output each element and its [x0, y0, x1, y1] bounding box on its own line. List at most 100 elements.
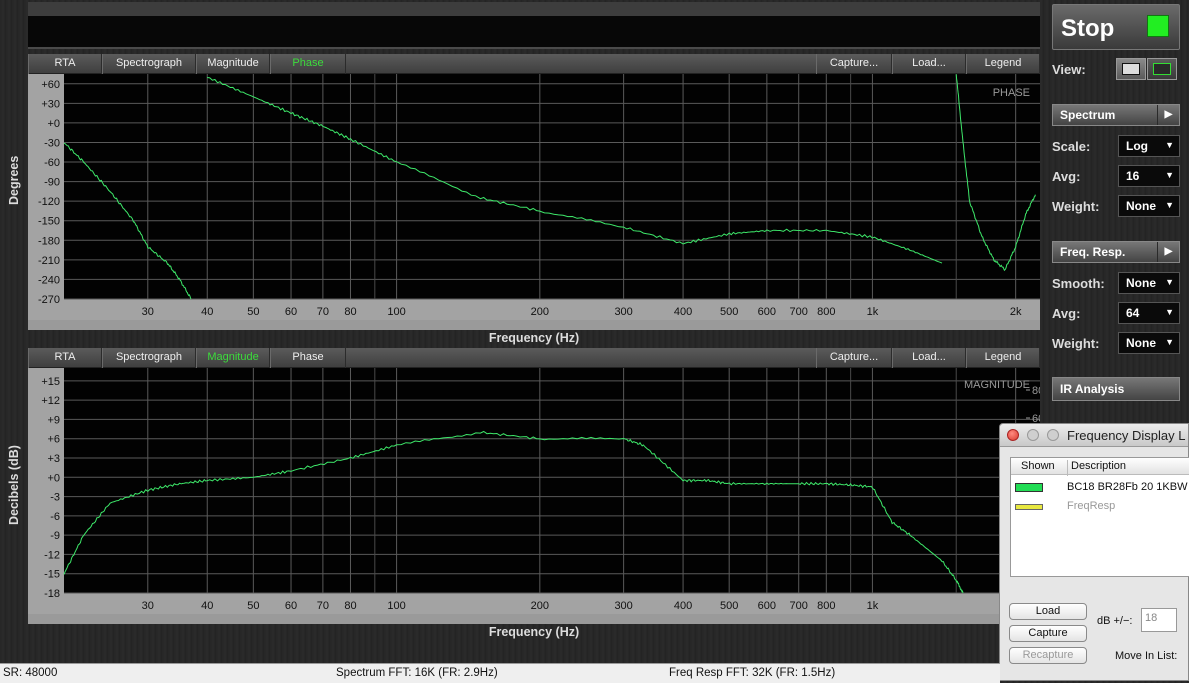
ir-analysis-button[interactable]: IR Analysis — [1052, 377, 1180, 401]
db-range-value: 18 — [1145, 612, 1158, 624]
x-tick-label: 600 — [758, 600, 776, 612]
load-button[interactable]: Load... — [892, 54, 966, 74]
column-shown[interactable]: Shown — [1021, 460, 1055, 472]
legend-button[interactable]: Legend — [966, 54, 1040, 74]
status-bar: SR: 48000 Spectrum FFT: 16K (FR: 2.9Hz) … — [0, 663, 1000, 683]
y-tick-label: -6 — [50, 511, 60, 523]
phase-chart: +60 +30 +0 -30 -60 -90 -120 -150 -180 -210 -240 -27… — [28, 74, 1040, 320]
scale-label: Scale: — [1052, 139, 1091, 154]
x-tick-label: 200 — [531, 306, 549, 318]
chevron-down-icon: ▼ — [1165, 170, 1174, 180]
fr-avg-select[interactable]: 64 ▼ — [1118, 302, 1180, 324]
tab-phase[interactable]: Phase — [270, 348, 346, 368]
spectrum-weight-select[interactable]: None ▼ — [1118, 195, 1180, 217]
tab-phase[interactable]: Phase — [270, 54, 346, 74]
column-description[interactable]: Description — [1067, 460, 1126, 476]
window-titlebar[interactable]: Frequency Display L — [1000, 424, 1188, 447]
y-tick-label: -240 — [38, 274, 60, 286]
y-tick-label: -180 — [38, 235, 60, 247]
magnitude-y-axis-label: Decibels (dB) — [7, 445, 21, 525]
y-tick-label: -210 — [38, 255, 60, 267]
split-pane-icon — [1153, 63, 1171, 75]
y-tick-label: -120 — [38, 196, 60, 208]
x-tick-label: 100 — [387, 600, 405, 612]
fr-weight-label: Weight: — [1052, 336, 1100, 351]
load-button[interactable]: Load... — [892, 348, 966, 368]
y-tick-label: +0 — [47, 472, 60, 484]
y-tick-label: -30 — [44, 137, 60, 149]
x-tick-label: 50 — [247, 306, 259, 318]
trace-list-header: Shown Description — [1011, 458, 1189, 476]
spectrum-avg-value: 16 — [1126, 169, 1140, 183]
y-tick-label: +0 — [47, 118, 60, 130]
db-range-label: dB +/−: — [1097, 615, 1133, 627]
x-tick-label: 30 — [142, 600, 154, 612]
load-trace-button[interactable]: Load — [1009, 603, 1087, 620]
magnitude-tabbar: RTA Spectrograph Magnitude Phase Capture… — [28, 348, 1040, 368]
magnitude-plot-area[interactable]: +15 +12 +9 +6 +3 +0 -3 -6 -9 -12 -15 -18 30 40 50 60 70 8… — [28, 368, 1040, 624]
spectrum-avg-select[interactable]: 16 ▼ — [1118, 165, 1180, 187]
trace-color-swatch[interactable] — [1015, 483, 1043, 492]
x-tick-label: 300 — [614, 600, 632, 612]
x-tick-label: 1k — [867, 306, 879, 318]
tab-spectrograph[interactable]: Spectrograph — [102, 54, 196, 74]
x-tick-label: 60 — [285, 306, 297, 318]
spectrum-section-header[interactable]: Spectrum ▶ — [1052, 104, 1180, 126]
stop-button[interactable]: Stop — [1052, 4, 1180, 50]
chevron-down-icon: ▼ — [1165, 307, 1174, 317]
capture-button[interactable]: Capture... — [816, 54, 892, 74]
move-in-list-label: Move In List: — [1115, 650, 1178, 662]
db-range-input[interactable]: 18 — [1141, 608, 1177, 632]
capture-button[interactable]: Capture... — [816, 348, 892, 368]
phase-panel: RTA Spectrograph Magnitude Phase Capture… — [7, 54, 1040, 345]
x-tick-label: 80 — [344, 600, 356, 612]
phase-y-axis-label: Degrees — [7, 155, 21, 205]
smooth-value: None — [1126, 276, 1156, 290]
scale-select[interactable]: Log ▼ — [1118, 135, 1180, 157]
y-tick-label: -60 — [44, 157, 60, 169]
tab-magnitude[interactable]: Magnitude — [196, 348, 270, 368]
legend-button[interactable]: Legend — [966, 348, 1040, 368]
y-tick-label: +6 — [47, 434, 60, 446]
x-tick-label: 70 — [317, 306, 329, 318]
right-axis-tick-label: 80 — [1032, 385, 1040, 397]
y-tick-label: +12 — [41, 395, 60, 407]
x-tick-label: 200 — [531, 600, 549, 612]
y-tick-label: -12 — [44, 549, 60, 561]
view-split-button[interactable] — [1147, 58, 1177, 80]
tab-spectrograph[interactable]: Spectrograph — [102, 348, 196, 368]
fr-weight-select[interactable]: None ▼ — [1118, 332, 1180, 354]
phase-plot-area[interactable]: +60 +30 +0 -30 -60 -90 -120 -150 -180 -210 -240 -27… — [28, 74, 1040, 330]
tab-rta[interactable]: RTA — [28, 348, 102, 368]
list-item[interactable]: FreqResp — [1011, 500, 1189, 518]
zoom-window-icon[interactable] — [1047, 429, 1059, 441]
plot-background — [64, 74, 1040, 299]
view-single-button[interactable] — [1116, 58, 1146, 80]
smooth-select[interactable]: None ▼ — [1118, 272, 1180, 294]
minimize-window-icon[interactable] — [1027, 429, 1039, 441]
tab-magnitude[interactable]: Magnitude — [196, 54, 270, 74]
list-item[interactable]: BC18 BR28Fb 20 1KBW — [1011, 481, 1189, 499]
freq-resp-section-header[interactable]: Freq. Resp. ▶ — [1052, 241, 1180, 263]
y-tick-label: +60 — [41, 79, 60, 91]
x-tick-label: 40 — [201, 600, 213, 612]
trace-list[interactable]: Shown Description BC18 BR28Fb 20 1KBW Fr… — [1010, 457, 1189, 577]
magnitude-panel: RTA Spectrograph Magnitude Phase Capture… — [7, 348, 1040, 639]
x-tick-label: 100 — [387, 306, 405, 318]
x-tick-label: 40 — [201, 306, 213, 318]
expand-arrow-icon[interactable]: ▶ — [1157, 105, 1179, 125]
capture-trace-button[interactable]: Capture — [1009, 625, 1087, 642]
x-tick-label: 800 — [817, 600, 835, 612]
y-tick-label: -90 — [44, 177, 60, 189]
fr-avg-value: 64 — [1126, 306, 1140, 320]
smooth-label: Smooth: — [1052, 276, 1105, 291]
close-window-icon[interactable] — [1007, 429, 1019, 441]
overview-strip — [28, 2, 1040, 49]
x-tick-label: 400 — [674, 600, 692, 612]
recapture-button[interactable]: Recapture — [1009, 647, 1087, 664]
x-tick-label: 300 — [614, 306, 632, 318]
magnitude-chart: +15 +12 +9 +6 +3 +0 -3 -6 -9 -12 -15 -18 30 40 50 60 70 8… — [28, 368, 1040, 614]
trace-color-swatch[interactable] — [1015, 504, 1043, 510]
tab-rta[interactable]: RTA — [28, 54, 102, 74]
expand-arrow-icon[interactable]: ▶ — [1157, 242, 1179, 262]
